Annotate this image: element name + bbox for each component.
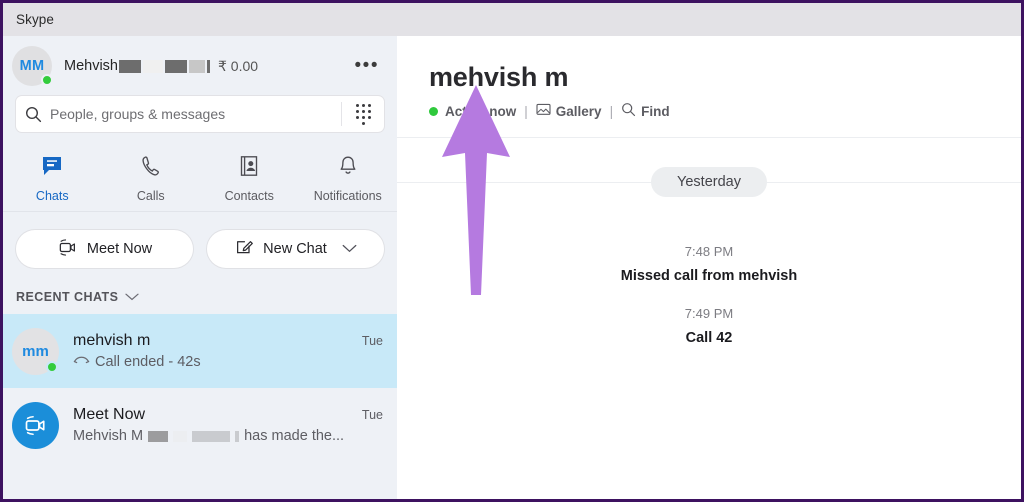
list-item-text: Meet Now Tue Mehvish M has made the...	[73, 406, 383, 444]
dialpad-icon[interactable]	[342, 103, 384, 125]
profile-name: Mehvish	[64, 58, 118, 74]
profile-name-line: Mehvish ₹ 0.00	[64, 58, 351, 75]
bell-icon	[336, 154, 360, 183]
search-box[interactable]	[16, 96, 384, 132]
presence-online-icon	[429, 106, 438, 116]
tab-contacts-label: Contacts	[224, 189, 274, 203]
avatar[interactable]: MM	[12, 46, 53, 86]
recent-chats-header[interactable]: RECENT CHATS	[3, 268, 397, 314]
tab-notifications[interactable]: Notifications	[299, 146, 398, 211]
search-input[interactable]	[50, 106, 341, 122]
chat-name: Meet Now	[73, 406, 146, 423]
list-item[interactable]: Meet Now Tue Mehvish M has made the...	[3, 388, 397, 462]
presence-online-icon	[46, 360, 58, 373]
contacts-icon	[237, 154, 261, 183]
list-item[interactable]: mm mehvish m Tue Call ended - 42s	[3, 314, 397, 388]
list-item-text: mehvish m Tue Call ended - 42s	[73, 332, 383, 370]
chevron-down-icon[interactable]	[342, 241, 357, 257]
video-camera-icon	[57, 237, 78, 262]
message-timestamp: 7:49 PM	[684, 306, 734, 321]
chat-timestamp: Tue	[361, 408, 383, 422]
list-item-top: Meet Now Tue	[73, 406, 383, 424]
presence-online-icon	[41, 74, 53, 86]
avatar	[12, 401, 59, 449]
day-divider-label: Yesterday	[651, 167, 767, 197]
redaction-block	[173, 430, 188, 442]
message-text: Missed call from mehvish	[620, 268, 798, 284]
chat-preview-suffix: has made the...	[244, 428, 345, 444]
chat-preview: Call ended - 42s	[73, 354, 383, 370]
chat-preview-prefix: Mehvish M	[73, 428, 144, 444]
new-chat-label: New Chat	[263, 241, 327, 257]
title-bar: Skype	[3, 3, 1021, 36]
separator: |	[524, 103, 528, 119]
chat-name: mehvish m	[73, 332, 151, 349]
avatar: mm	[12, 327, 59, 375]
gallery-icon	[536, 103, 551, 119]
tab-contacts[interactable]: Contacts	[200, 146, 299, 211]
chevron-down-icon[interactable]	[125, 290, 140, 304]
separator: |	[609, 103, 614, 119]
action-row: Meet Now New Chat	[3, 212, 397, 268]
app-title: Skype	[16, 12, 55, 27]
gallery-link[interactable]: Gallery	[536, 103, 602, 119]
sidebar: MM Mehvish ₹ 0.00 ••• People, groups & m…	[3, 36, 397, 499]
redaction-block	[119, 59, 141, 73]
profile-row[interactable]: MM Mehvish ₹ 0.00 •••	[3, 36, 397, 96]
new-chat-button[interactable]: New Chat	[207, 230, 384, 268]
chat-list: mm mehvish m Tue Call ended - 42s Meet N…	[3, 314, 397, 499]
status-badge: Active now	[445, 103, 517, 119]
message-text: Call 42	[685, 330, 733, 346]
profile-more-button[interactable]: •••	[351, 55, 383, 77]
chat-timestamp: Tue	[361, 334, 383, 348]
chat-preview: Mehvish M has made the...	[73, 428, 383, 444]
recent-chats-label: RECENT CHATS	[16, 290, 119, 304]
nav-tabs: Chats Calls Contacts Notifications	[3, 146, 397, 212]
conversation-header: mehvish m Active now | Gallery | Find	[397, 36, 1021, 138]
dialpad-grid-tail	[356, 121, 371, 125]
tab-chats-label: Chats	[35, 189, 69, 203]
redaction-block	[235, 430, 240, 442]
gallery-label: Gallery	[555, 103, 602, 119]
conversation-panel: mehvish m Active now | Gallery | Find Ye…	[397, 36, 1021, 499]
conversation-meta: Active now | Gallery | Find	[429, 102, 1021, 120]
redaction-block	[148, 430, 169, 442]
tab-calls[interactable]: Calls	[102, 146, 201, 211]
phone-icon	[139, 154, 163, 183]
search-row	[3, 96, 397, 132]
window-body: MM Mehvish ₹ 0.00 ••• People, groups & m…	[3, 36, 1021, 499]
message-area: Yesterday 7:48 PM Missed call from mehvi…	[397, 138, 1021, 499]
tab-notifications-label: Notifications	[313, 189, 382, 203]
meet-now-button[interactable]: Meet Now	[16, 230, 193, 268]
skype-credit-balance: ₹ 0.00	[218, 57, 259, 74]
skype-window: Skype MM Mehvish ₹ 0.00 ••• People, grou…	[0, 0, 1024, 502]
redaction-block	[189, 59, 205, 73]
tab-chats[interactable]: Chats	[3, 146, 102, 211]
search-icon	[16, 106, 50, 123]
search-icon	[621, 102, 636, 120]
tab-calls-label: Calls	[136, 189, 165, 203]
redaction-block	[192, 430, 231, 442]
dialpad-grid	[355, 103, 371, 119]
find-label: Find	[641, 103, 670, 119]
page-title: mehvish m	[429, 62, 569, 92]
message-event: 7:49 PM Call 42	[397, 306, 1021, 346]
chat-preview-text: Call ended - 42s	[95, 354, 201, 370]
list-item-top: mehvish m Tue	[73, 332, 383, 350]
day-divider: Yesterday	[397, 166, 1021, 198]
find-link[interactable]: Find	[621, 102, 670, 120]
redaction-block	[165, 59, 187, 73]
call-ended-icon	[73, 354, 90, 370]
message-timestamp: 7:48 PM	[684, 244, 734, 259]
redaction-block	[143, 59, 163, 73]
compose-icon	[234, 237, 254, 261]
redaction-block	[207, 59, 210, 73]
video-camera-icon	[12, 401, 59, 449]
meet-now-label: Meet Now	[86, 241, 153, 257]
message-event: 7:48 PM Missed call from mehvish	[397, 244, 1021, 284]
chat-icon	[40, 154, 64, 183]
